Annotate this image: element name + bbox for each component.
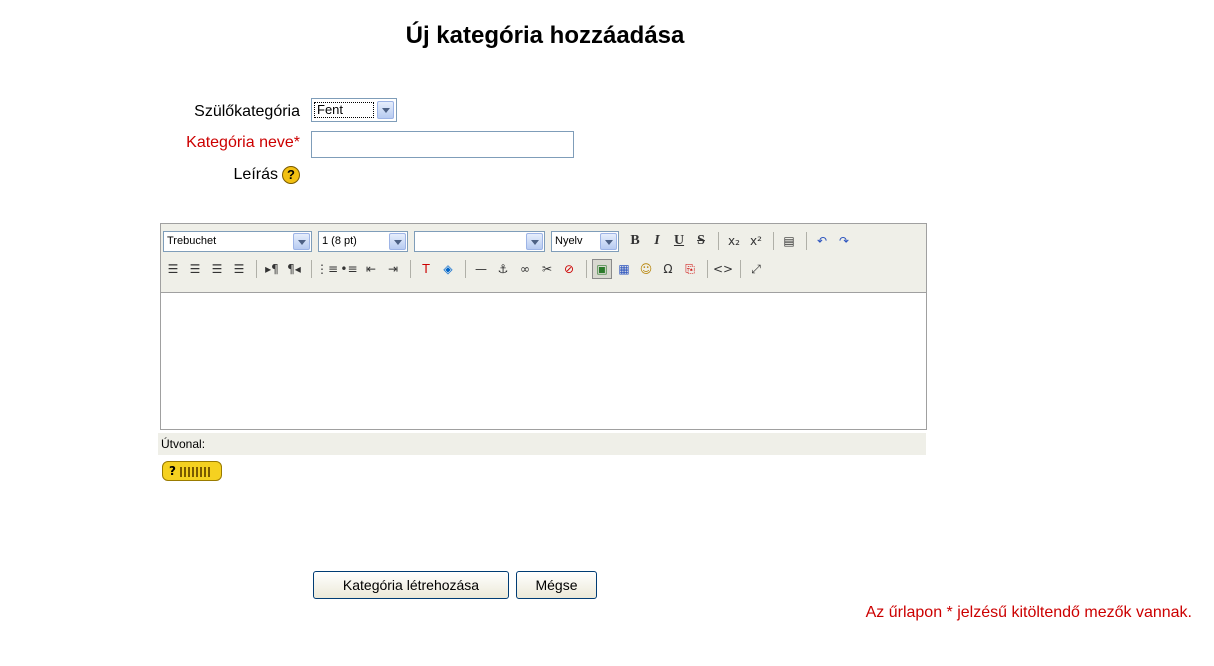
toolbar-separator [773, 232, 774, 250]
help-icon: ? [169, 464, 176, 478]
strikethrough-icon[interactable]: S [691, 231, 711, 251]
toolbar-separator [806, 232, 807, 250]
toolbar-separator [707, 260, 708, 278]
toolbar-separator [740, 260, 741, 278]
description-label: Leírás [233, 166, 278, 184]
style-select[interactable] [414, 230, 545, 252]
create-category-button[interactable]: Kategória létrehozása [313, 571, 509, 599]
editor-path-bar: Útvonal: [158, 433, 926, 455]
unordered-list-icon[interactable]: •≡ [339, 259, 359, 279]
bold-icon[interactable]: B [625, 231, 645, 251]
html-source-icon[interactable]: <> [713, 259, 733, 279]
editor-toolbar-row1: Trebuchet 1 (8 pt) Nyelv B I U S x₂ x² ▤… [163, 229, 856, 253]
required-fields-note: Az űrlapon * jelzésű kitöltendő mezők va… [865, 604, 1192, 621]
category-name-input[interactable] [311, 131, 574, 158]
chevron-down-icon[interactable] [293, 232, 310, 250]
font-size-value: 1 (8 pt) [322, 234, 357, 247]
background-color-icon[interactable]: ◈ [438, 259, 458, 279]
font-family-select[interactable]: Trebuchet [163, 230, 312, 252]
undo-icon[interactable]: ↶ [812, 231, 832, 251]
toolbar-separator [256, 260, 257, 278]
superscript-icon[interactable]: x² [746, 231, 766, 251]
italic-icon[interactable]: I [647, 231, 667, 251]
align-left-icon[interactable]: ☰ [163, 259, 183, 279]
outdent-icon[interactable]: ⇤ [361, 259, 381, 279]
rtl-icon[interactable]: ¶◂ [284, 259, 304, 279]
align-center-icon[interactable]: ☰ [185, 259, 205, 279]
special-char-icon[interactable]: Ω [658, 259, 678, 279]
language-value: Nyelv [555, 234, 583, 247]
chevron-down-icon[interactable] [377, 101, 394, 119]
font-size-select[interactable]: 1 (8 pt) [318, 230, 408, 252]
editor-content-area[interactable] [161, 292, 926, 429]
editor-toolbar-row2: ☰ ☰ ☰ ☰ ▸¶ ¶◂ ⋮≡ •≡ ⇤ ⇥ T ◈ — ⚓ ∞ ✂ ⊘ ▣ … [163, 257, 768, 281]
description-label-row: Leírás? [0, 166, 300, 184]
cancel-button[interactable]: Mégse [516, 571, 597, 599]
nolink-icon[interactable]: ⊘ [559, 259, 579, 279]
language-select[interactable]: Nyelv [551, 230, 619, 252]
justify-icon[interactable]: ☰ [229, 259, 249, 279]
keyboard-help-button[interactable]: ? [162, 461, 222, 481]
search-replace-icon[interactable]: ⎘ [680, 259, 700, 279]
parent-category-value: Fent [314, 102, 374, 118]
insert-table-icon[interactable]: ▦ [614, 259, 634, 279]
toolbar-separator [465, 260, 466, 278]
anchor-icon[interactable]: ⚓ [493, 259, 513, 279]
unlink-icon[interactable]: ✂ [537, 259, 557, 279]
link-icon[interactable]: ∞ [515, 259, 535, 279]
toolbar-separator [586, 260, 587, 278]
ordered-list-icon[interactable]: ⋮≡ [316, 259, 338, 279]
align-right-icon[interactable]: ☰ [207, 259, 227, 279]
underline-icon[interactable]: U [669, 231, 689, 251]
keyboard-icon [179, 466, 210, 477]
subscript-icon[interactable]: x₂ [724, 231, 744, 251]
redo-icon[interactable]: ↷ [834, 231, 854, 251]
toolbar-separator [718, 232, 719, 250]
chevron-down-icon[interactable] [526, 232, 543, 250]
chevron-down-icon[interactable] [600, 232, 617, 250]
help-icon[interactable]: ? [282, 166, 300, 184]
horizontal-rule-icon[interactable]: — [471, 259, 491, 279]
text-color-icon[interactable]: T [416, 259, 436, 279]
font-family-value: Trebuchet [167, 234, 217, 247]
toolbar-separator [410, 260, 411, 278]
chevron-down-icon[interactable] [389, 232, 406, 250]
paste-word-icon[interactable]: ▤ [779, 231, 799, 251]
ltr-icon[interactable]: ▸¶ [262, 259, 282, 279]
parent-category-label: Szülőkategória [194, 103, 300, 120]
indent-icon[interactable]: ⇥ [383, 259, 403, 279]
html-editor: Trebuchet 1 (8 pt) Nyelv B I U S x₂ x² ▤… [160, 223, 927, 430]
insert-image-icon[interactable]: ▣ [592, 259, 612, 279]
category-name-label: Kategória neve* [186, 134, 300, 151]
page-title: Új kategória hozzáadása [405, 22, 685, 49]
fullscreen-icon[interactable]: ⤢ [746, 259, 766, 279]
smiley-icon[interactable]: ☺ [636, 259, 656, 279]
parent-category-select[interactable]: Fent [311, 98, 397, 122]
toolbar-separator [311, 260, 312, 278]
